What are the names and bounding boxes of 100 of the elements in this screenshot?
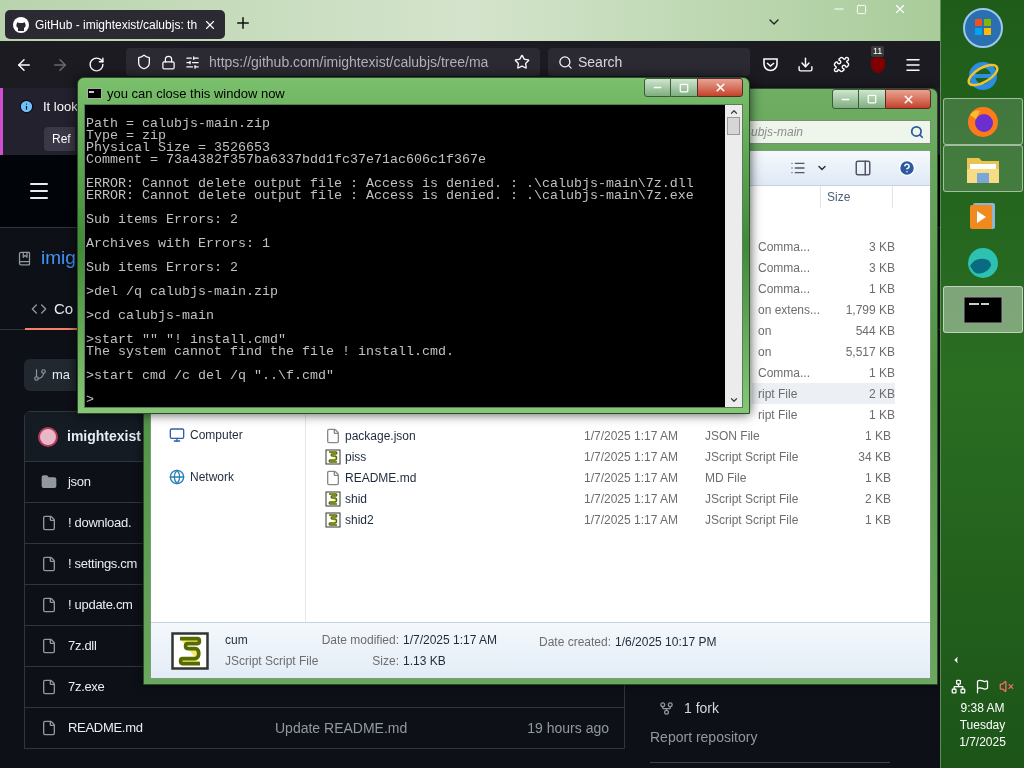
console-line: ERROR: Cannot delete output file : Access is denied. : .\calubjs-main\7z.dll [86,178,694,190]
console-line: Sub items Errors: 2 [86,262,238,274]
file-size: 544 KB [854,322,895,340]
file-name-link[interactable]: ! update.cm [68,595,133,615]
console-line: Archives with Errors: 1 [86,238,270,250]
computer-nav-item[interactable]: Computer [169,424,305,445]
console-line: Sub items Errors: 2 [86,214,238,226]
console-line: Path = calubjs-main.zip [86,118,270,130]
commit-time: 19 hours ago [527,718,609,738]
file-row[interactable]: ript File 2 KB [752,383,895,404]
console-line: >del /q calubjs-main.zip [86,286,278,298]
file-name: piss [345,448,367,466]
file-row[interactable]: Comma... 3 KB [752,257,895,278]
file-row[interactable]: Comma... 3 KB [752,236,895,257]
file-date: 1/7/2025 1:17 AM [584,427,680,445]
selected-file-name: cum [225,632,249,649]
file-type: MD File [705,469,747,487]
date-modified-value: 1/7/2025 1:17 AM [403,632,499,649]
console-line: >start "" "! install.cmd" [86,334,286,346]
file-type: JScript Script File [705,448,799,466]
tab-title: GitHub - imightexist/calubjs: th [35,16,198,34]
column-header[interactable]: Size [821,186,893,208]
file-name-link[interactable]: 7z.dll [68,636,97,656]
file-date: 1/7/2025 1:17 AM [584,448,680,466]
file-type: ript File [758,406,799,424]
file-type: JSON File [705,427,760,445]
file-name: README.md [345,469,417,487]
notification-badge: 11 [871,45,885,57]
file-name-link[interactable]: ! settings.cm [68,554,138,574]
branch-button[interactable]: ma [24,359,76,391]
console-line: >start cmd /c del /q "..\f.cmd" [86,370,334,382]
file-size: 3 KB [868,259,895,277]
repo-name-link[interactable]: imig [41,243,76,273]
size-label: Size: [371,653,399,670]
file-type: Comma... [758,280,811,298]
file-date: 1/7/2025 1:17 AM [584,490,680,508]
file-type: Comma... [758,364,811,382]
file-type: ript File [758,385,799,403]
file-date: 1/7/2025 1:17 AM [584,469,680,487]
file-size: 1 KB [864,511,891,529]
file-size: 3 KB [868,238,895,256]
file-size: 34 KB [857,448,891,466]
date-modified-label: Date modified: [320,632,399,649]
date-created-label: Date created: [539,634,612,651]
file-row[interactable]: on 544 KB [752,320,895,341]
file-size: 2 KB [868,385,895,403]
file-name-link[interactable]: 7z.exe [68,677,105,697]
console-line: >cd calubjs-main [86,310,214,322]
file-size: 1 KB [864,469,891,487]
file-type: JScript Script File [705,511,799,529]
file-name: shid [345,490,367,508]
file-size: 5,517 KB [844,343,895,361]
file-size: 1 KB [868,280,895,298]
file-row[interactable]: piss 1/7/2025 1:17 AM JScript Script File 34 KB [325,446,895,467]
report-repository-link[interactable]: Report repository [650,725,890,749]
file-name-link[interactable]: README.md [68,718,143,738]
search-placeholder: Search [578,52,623,72]
search-field[interactable]: Search [548,48,750,76]
file-row[interactable]: Comma... 1 KB [752,362,895,383]
clock-day[interactable]: Tuesday [959,717,1006,734]
file-type: Comma... [758,238,811,256]
file-row[interactable]: on 5,517 KB [752,341,895,362]
address-bar[interactable]: https://github.com/imightexist/calubjs/tree/ma [126,48,540,76]
console-line: The system cannot find the file ! install.cmd. [86,346,454,358]
window-title: you can close this window now [107,85,285,103]
file-type: JScript Script File [705,490,799,508]
file-row[interactable]: Comma... 1 KB [752,278,895,299]
file-type: on [758,322,773,340]
file-type: Comma... [758,259,811,277]
console-line: Comment = 73a4382f357ba6337bdd1fc37e71ac606c1f367e [86,154,486,166]
file-row[interactable]: shid 1/7/2025 1:17 AM JScript Script File 2 KB [325,488,895,509]
file-type: on extens... [758,301,822,319]
file-date: 1/7/2025 1:17 AM [584,511,680,529]
browser-tab[interactable]: GitHub - imightexist/calubjs: th [5,10,226,39]
console-line: Physical Size = 3526653 [86,142,270,154]
clock-time[interactable]: 9:38 AM [960,700,1005,717]
file-row[interactable]: README.md 1/7/2025 1:17 AM MD File 1 KB [325,467,895,488]
file-size: 1 KB [868,364,895,382]
file-name-link[interactable]: ! download. [68,513,132,533]
file-type: on [758,343,773,361]
fork-count-link[interactable]: 1 fork [684,697,719,719]
file-row[interactable]: on extens... 1,799 KB [752,299,895,320]
file-name-link[interactable]: json [68,472,91,492]
console-line: Type = zip [86,130,166,142]
file-row[interactable]: ript File 1 KB [752,404,895,425]
file-size: 1 KB [868,406,895,424]
network-nav-item[interactable]: Network [169,466,305,487]
clock-date[interactable]: 1/7/2025 [959,734,1006,751]
owner-name-link[interactable]: imightexist [67,426,141,447]
file-row[interactable]: package.json 1/7/2025 1:17 AM JSON File 1 KB [325,425,895,446]
file-row[interactable]: shid2 1/7/2025 1:17 AM JScript Script File 1 KB [325,509,895,530]
commit-message-link[interactable]: Update README.md [275,717,408,739]
refresh-button[interactable]: Ref [44,126,75,151]
console-line: > [86,394,94,406]
file-size: 1,799 KB [844,301,895,319]
selected-file-type: JScript Script File [225,653,319,670]
size-value: 1.13 KB [403,653,447,670]
file-size: 1 KB [864,427,891,445]
file-name: package.json [345,427,416,445]
banner-text: It look [43,98,78,116]
